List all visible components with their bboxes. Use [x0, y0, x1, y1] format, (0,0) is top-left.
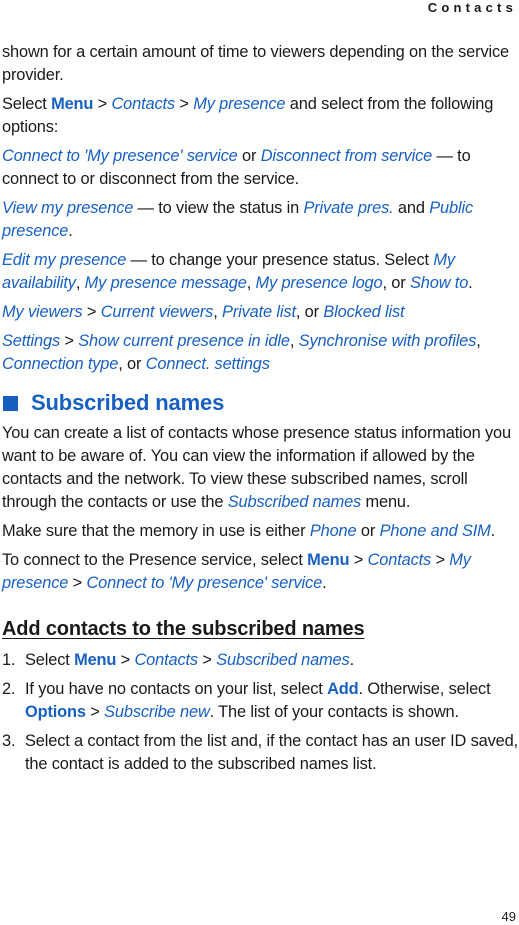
- menu-key: Menu: [51, 95, 94, 113]
- separator: >: [82, 303, 101, 321]
- text: If you have no contacts on your list, se…: [25, 680, 328, 698]
- menu-path-my-presence: My presence: [193, 95, 286, 113]
- subscribed-names-menu-ref: Subscribed names: [227, 493, 362, 511]
- menu-path-connect-service: Connect to 'My presence' service: [86, 574, 323, 592]
- options-key: Options: [25, 703, 86, 721]
- menu-path-contacts: Contacts: [111, 95, 176, 113]
- menu-key: Menu: [74, 651, 117, 669]
- text: To connect to the Presence service, sele…: [2, 551, 308, 569]
- subheading-add-contacts: Add contacts to the subscribed names: [2, 618, 365, 640]
- steps-list: 1. Select Menu > Contacts > Subscribed n…: [2, 649, 519, 776]
- text: .: [468, 274, 473, 292]
- section-heading-text: Subscribed names: [31, 390, 225, 415]
- menu-path-contacts: Contacts: [367, 551, 432, 569]
- option-settings: Settings > Show current presence in idle…: [2, 330, 519, 376]
- option-blocked-list: Blocked list: [323, 303, 405, 321]
- text: .: [68, 222, 73, 240]
- separator: >: [116, 651, 135, 669]
- connect-instruction: To connect to the Presence service, sele…: [2, 549, 519, 595]
- text: .: [349, 651, 355, 669]
- separator: >: [174, 95, 194, 113]
- option-disconnect-service: Disconnect from service: [260, 147, 433, 165]
- step-number: 2.: [2, 680, 16, 698]
- separator: >: [68, 574, 87, 592]
- option-connect-service: Connect to 'My presence' service: [2, 147, 238, 165]
- option-connect-settings: Connect. settings: [145, 355, 270, 373]
- intro-instruction: Select Menu > Contacts > My presence and…: [2, 93, 519, 139]
- text: or: [356, 522, 380, 540]
- text: Select: [2, 95, 52, 113]
- text: , or: [295, 303, 324, 321]
- text: or: [237, 147, 261, 165]
- option-settings-label: Settings: [2, 332, 61, 350]
- menu-path-subscribe-new: Subscribe new: [104, 703, 210, 721]
- separator: >: [349, 551, 368, 569]
- text: , or: [382, 274, 410, 292]
- menu-key: Menu: [307, 551, 350, 569]
- step-number: 3.: [2, 732, 16, 750]
- text: — to change your presence status. Select: [126, 251, 434, 269]
- option-edit-my-presence: Edit my presence: [2, 251, 127, 269]
- running-header: Contacts: [427, 0, 517, 15]
- text: Select: [25, 651, 75, 669]
- option-viewers: My viewers > Current viewers, Private li…: [2, 301, 519, 324]
- memory-note: Make sure that the memory in use is eith…: [2, 520, 519, 543]
- text: .: [322, 574, 327, 592]
- text: .: [490, 522, 496, 540]
- text: ,: [476, 332, 481, 350]
- option-sync-profiles: Synchronise with profiles: [298, 332, 477, 350]
- option-edit: Edit my presence — to change your presen…: [2, 249, 519, 295]
- option-my-presence-message: My presence message: [84, 274, 247, 292]
- step-text: If you have no contacts on your list, se…: [25, 678, 519, 724]
- option-private-list: Private list: [222, 303, 296, 321]
- text: . Otherwise, select: [358, 680, 491, 698]
- step-text: Select a contact from the list and, if t…: [25, 732, 519, 773]
- option-show-presence-idle: Show current presence in idle: [78, 332, 290, 350]
- text: ,: [246, 274, 256, 292]
- option-view-my-presence: View my presence: [2, 199, 134, 217]
- step-text: Select Menu > Contacts > Subscribed name…: [25, 649, 519, 672]
- add-key: Add: [327, 680, 359, 698]
- option-connect: Connect to 'My presence' service or Disc…: [2, 145, 519, 191]
- text: and: [393, 199, 430, 217]
- option-show-to: Show to: [409, 274, 469, 292]
- option-connection-type: Connection type: [2, 355, 119, 373]
- text: — to view the status in: [133, 199, 304, 217]
- separator: >: [60, 332, 79, 350]
- option-current-viewers: Current viewers: [100, 303, 214, 321]
- text: Make sure that the memory in use is eith…: [2, 522, 310, 540]
- page-content: shown for a certain amount of time to vi…: [2, 41, 519, 782]
- intro-continuation: shown for a certain amount of time to vi…: [2, 43, 509, 84]
- memory-phone: Phone: [309, 522, 357, 540]
- step-item: 3. Select a contact from the list and, i…: [2, 730, 519, 776]
- section-heading-subscribed-names: Subscribed names: [2, 390, 519, 416]
- text: ,: [75, 274, 85, 292]
- memory-phone-and-sim: Phone and SIM: [379, 522, 491, 540]
- text: , or: [118, 355, 146, 373]
- option-private-pres: Private pres.: [303, 199, 394, 217]
- step-item: 2. If you have no contacts on your list,…: [2, 678, 519, 724]
- separator: >: [197, 651, 217, 669]
- subscribed-description: You can create a list of contacts whose …: [2, 422, 519, 514]
- text: ,: [289, 332, 299, 350]
- step-number: 1.: [2, 651, 16, 669]
- menu-path-contacts: Contacts: [134, 651, 199, 669]
- separator: >: [85, 703, 105, 721]
- menu-path-subscribed-names: Subscribed names: [216, 651, 350, 669]
- text: menu.: [361, 493, 411, 511]
- option-view: View my presence — to view the status in…: [2, 197, 519, 243]
- section-square-icon: [3, 395, 18, 411]
- option-my-viewers: My viewers: [2, 303, 83, 321]
- page-number: 49: [501, 909, 516, 924]
- step-item: 1. Select Menu > Contacts > Subscribed n…: [2, 649, 519, 672]
- separator: >: [93, 95, 112, 113]
- option-my-presence-logo: My presence logo: [255, 274, 383, 292]
- text: . The list of your contacts is shown.: [209, 703, 459, 721]
- text: ,: [213, 303, 223, 321]
- separator: >: [431, 551, 450, 569]
